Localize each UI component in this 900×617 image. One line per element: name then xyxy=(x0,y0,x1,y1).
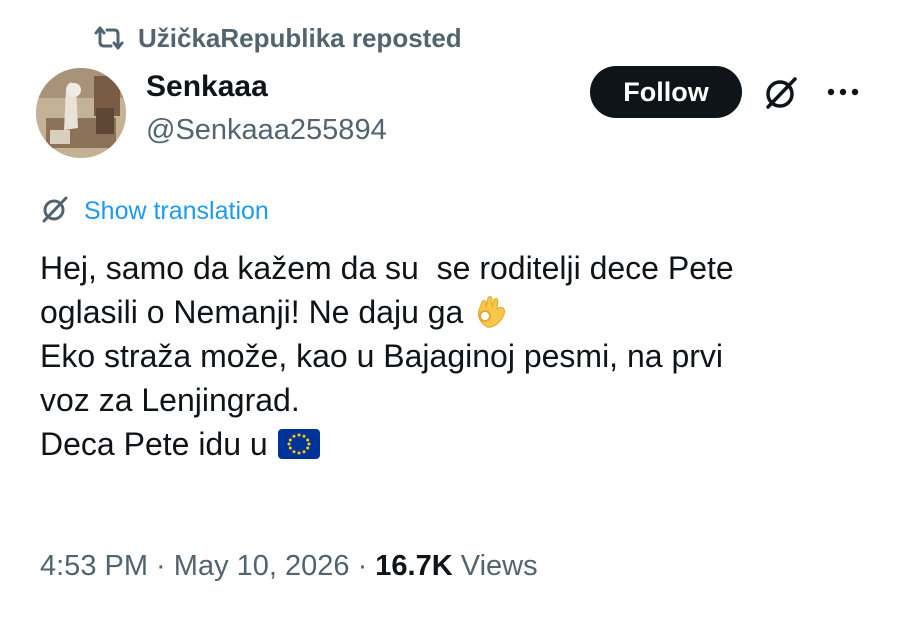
tweet-line: voz za Lenjingrad. xyxy=(40,382,300,418)
tweet-line: oglasili o Nemanji! Ne daju ga xyxy=(40,290,880,334)
tweet-date[interactable]: May 10, 2026 xyxy=(174,550,350,583)
user-handle[interactable]: @Senkaaa255894 xyxy=(146,114,387,147)
views-label: Views xyxy=(452,549,538,582)
grok-icon[interactable] xyxy=(762,74,800,112)
tweet-line: Hej, samo da kažem da su se roditelji de… xyxy=(40,250,734,286)
meta-separator: · xyxy=(349,549,376,582)
tweet-meta: 4:53 PM · May 10, 2026 · 16.7K Views xyxy=(40,546,538,586)
repost-text[interactable]: UžičkaRepublika reposted xyxy=(138,23,462,54)
show-translation-label[interactable]: Show translation xyxy=(84,197,269,226)
show-translation-button[interactable]: Show translation xyxy=(40,194,269,228)
tweet-line: Deca Pete idu u xyxy=(40,422,880,466)
display-name[interactable]: Senkaaa xyxy=(146,70,268,104)
translate-icon xyxy=(40,194,70,229)
follow-button[interactable]: Follow xyxy=(590,66,742,118)
more-icon[interactable] xyxy=(826,84,860,100)
meta-separator: · xyxy=(148,549,174,582)
repost-icon xyxy=(92,25,126,51)
ok-hand-emoji xyxy=(473,206,526,418)
eu-flag-emoji xyxy=(277,341,331,547)
tweet-time[interactable]: 4:53 PM xyxy=(40,550,148,583)
tweet-line: Eko straža može, kao u Bajaginoj pesmi, … xyxy=(40,338,723,374)
repost-header[interactable]: UžičkaRepublika reposted xyxy=(92,20,462,56)
avatar[interactable] xyxy=(36,68,126,158)
views-count[interactable]: 16.7K xyxy=(375,550,452,583)
tweet-text: Hej, samo da kažem da su se roditelji de… xyxy=(40,246,880,466)
